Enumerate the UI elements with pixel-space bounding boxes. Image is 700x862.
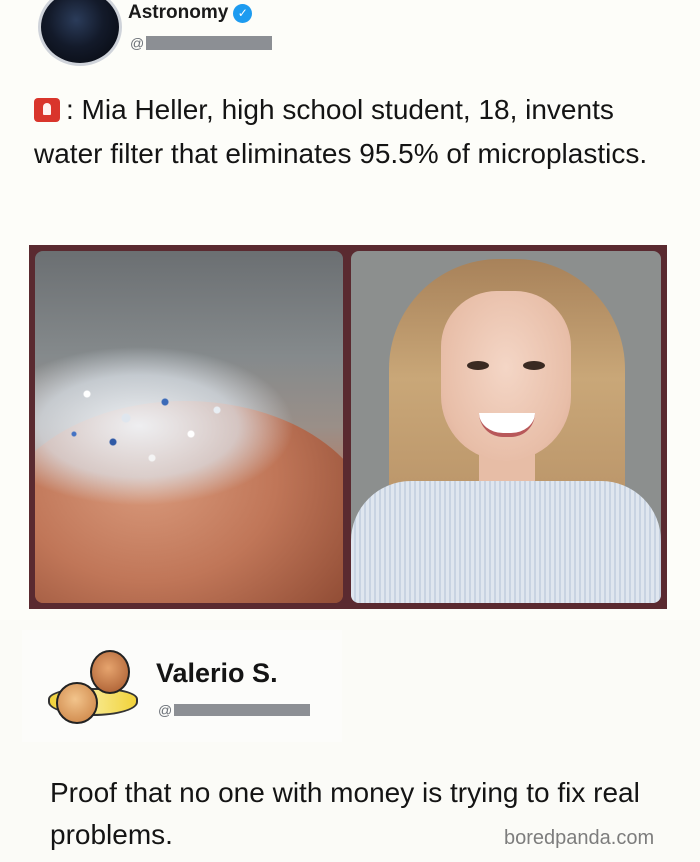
top-tweet-card: Astronomy ✓ @ : Mia Heller, high school … (0, 0, 700, 620)
portrait-left-eye (467, 361, 489, 370)
avatar-cartoon-face-1 (90, 650, 130, 694)
top-tweet-text: : Mia Heller, high school student, 18, i… (34, 94, 648, 169)
reply-tweet-account-name[interactable]: Valerio S. (156, 658, 278, 689)
top-tweet-text-block: : Mia Heller, high school student, 18, i… (34, 88, 674, 176)
avatar-cartoon-face-2 (56, 682, 98, 724)
reply-tweet-handle[interactable]: @ (158, 702, 311, 718)
microplastic-grains (35, 346, 295, 506)
verified-badge-icon: ✓ (233, 3, 253, 23)
microplastics-on-fingertip-image[interactable] (35, 251, 343, 603)
reply-tweet-header: Valerio S. @ (22, 630, 342, 742)
police-siren-emoji-icon (34, 98, 60, 122)
portrait-right-eye (523, 361, 545, 370)
portrait-shirt (351, 481, 661, 603)
boredpanda-watermark: boredpanda.com (504, 827, 655, 849)
top-tweet-author[interactable]: Astronomy ✓ (128, 2, 253, 24)
redacted-handle-bar (146, 36, 273, 50)
astronomy-avatar[interactable] (38, 0, 122, 66)
portrait-smile (479, 413, 535, 437)
redacted-handle-bar (174, 704, 311, 716)
valerio-avatar[interactable] (48, 648, 138, 728)
handle-prefix: @ (130, 35, 145, 51)
portrait-face (441, 291, 571, 461)
top-tweet-handle[interactable]: @ (130, 35, 273, 51)
tweet-media-collage[interactable] (29, 245, 667, 609)
top-tweet-account-name[interactable]: Astronomy (128, 2, 228, 24)
student-portrait-image[interactable] (351, 251, 661, 603)
handle-prefix: @ (158, 702, 173, 718)
